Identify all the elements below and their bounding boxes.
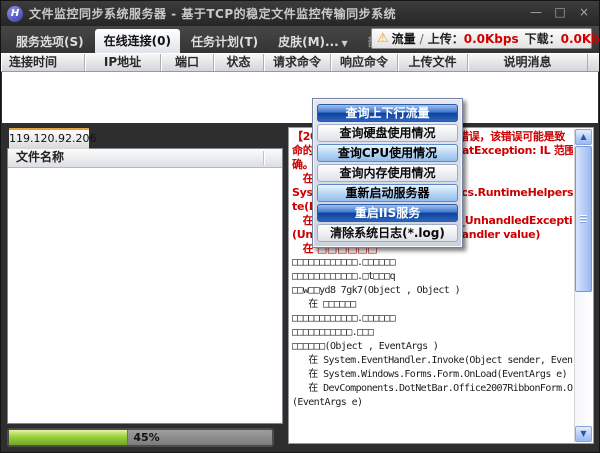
download-label: 下载： [525,30,561,47]
file-name-column-label: 文件名称 [16,150,64,164]
log-line: □□□□□□□□□□□□.□□□□□□ [292,312,573,326]
file-list[interactable]: 文件名称 [7,148,283,424]
log-line: 在 System.Windows.Forms.Form.OnLoad(Event… [292,368,573,382]
menu-tab[interactable]: 在线连接(0) [95,29,180,53]
progress-fill [9,430,128,445]
file-list-header[interactable]: 文件名称 [8,149,282,168]
traffic-separator: / [420,32,424,46]
log-line: □□□□□□(Object , EventArgs ) [292,340,573,354]
title-bar: H 文件监控同步系统服务器 - 基于TCP的稳定文件监控传输同步系统 — □ × [1,1,599,26]
upload-value: 0.0Kbps [464,32,519,46]
column-header[interactable]: 请求命令 [264,54,331,71]
progress-bar: 45% [7,428,274,447]
scrollbar-thumb[interactable] [575,146,592,292]
upload-label: 上传： [428,30,464,47]
maximize-button[interactable]: □ [553,5,567,19]
log-line: 在 □□□□□□ [292,298,573,312]
chevron-down-icon: ▼ [339,39,348,48]
menu-tab[interactable]: 服务选项(S) [7,31,93,53]
menu-tab[interactable]: 任务计划(T) [182,31,267,53]
column-header[interactable]: 上传文件 [398,54,468,71]
log-line: □□w□□yd8 7gk7(Object , Object ) [292,284,573,298]
column-header[interactable]: 连接时间 [1,54,85,71]
connections-header: 连接时间IP地址端口状态请求命令响应命令上传文件说明消息 [1,53,599,72]
context-menu-item[interactable]: 重启IIS服务 [317,204,458,222]
log-line: □□□□□□□□□□□.□□□ [292,326,573,340]
context-menu-item[interactable]: 查询硬盘使用情况 [317,124,458,142]
menu-tab[interactable]: 皮肤(M)... ▼ [269,31,357,53]
context-menu-item[interactable]: 查询上下行流量 [317,104,458,122]
client-ip-tab[interactable]: 119.120.92.206 [9,128,89,149]
app-icon: H [7,6,23,22]
minimize-button[interactable]: — [529,5,543,19]
traffic-label: 流量 [392,30,416,47]
scrollbar-grip-icon [580,215,587,223]
column-header[interactable]: 端口 [161,54,214,71]
context-menu: 查询上下行流量查询硬盘使用情况查询CPU使用情况查询内存使用情况重新启动服务器重… [312,98,463,248]
close-button[interactable]: × [577,5,591,19]
log-line: □□□□□□□□□□□□.□t□□□q [292,270,573,284]
progress-percent-label: 45% [133,431,159,444]
warning-icon: ⚠ [377,32,389,45]
scroll-down-button[interactable]: ▼ [575,426,592,442]
app-window: H 文件监控同步系统服务器 - 基于TCP的稳定文件监控传输同步系统 — □ ×… [0,0,600,453]
vertical-scrollbar[interactable]: ▲ ▼ [574,129,592,442]
log-line: (EventArgs e) [292,396,573,410]
log-line: □□□□□□□□□□□□.□□□□□□ [292,256,573,270]
column-header[interactable]: 响应命令 [331,54,398,71]
log-line: 在 DevComponents.DotNetBar.Office2007Ribb… [292,382,573,396]
scroll-up-button[interactable]: ▲ [575,129,592,145]
column-header[interactable]: IP地址 [85,54,161,71]
context-menu-item[interactable]: 查询内存使用情况 [317,164,458,182]
column-header[interactable]: 状态 [214,54,264,71]
traffic-panel: ⚠ 流量 / 上传： 0.0Kbps 下载： 0.0Kbps [371,28,592,49]
window-title: 文件监控同步系统服务器 - 基于TCP的稳定文件监控传输同步系统 [29,5,396,22]
column-header[interactable]: 说明消息 [468,54,588,71]
window-controls: — □ × [529,5,591,19]
connections-list[interactable] [2,72,598,123]
column-separator [263,151,264,165]
context-menu-item[interactable]: 查询CPU使用情况 [317,144,458,162]
context-menu-item[interactable]: 重新启动服务器 [317,184,458,202]
context-menu-item[interactable]: 清除系统日志(*.log) [317,224,458,242]
log-line: 在 System.EventHandler.Invoke(Object send… [292,354,573,368]
download-value: 0.0Kbps [561,32,600,46]
